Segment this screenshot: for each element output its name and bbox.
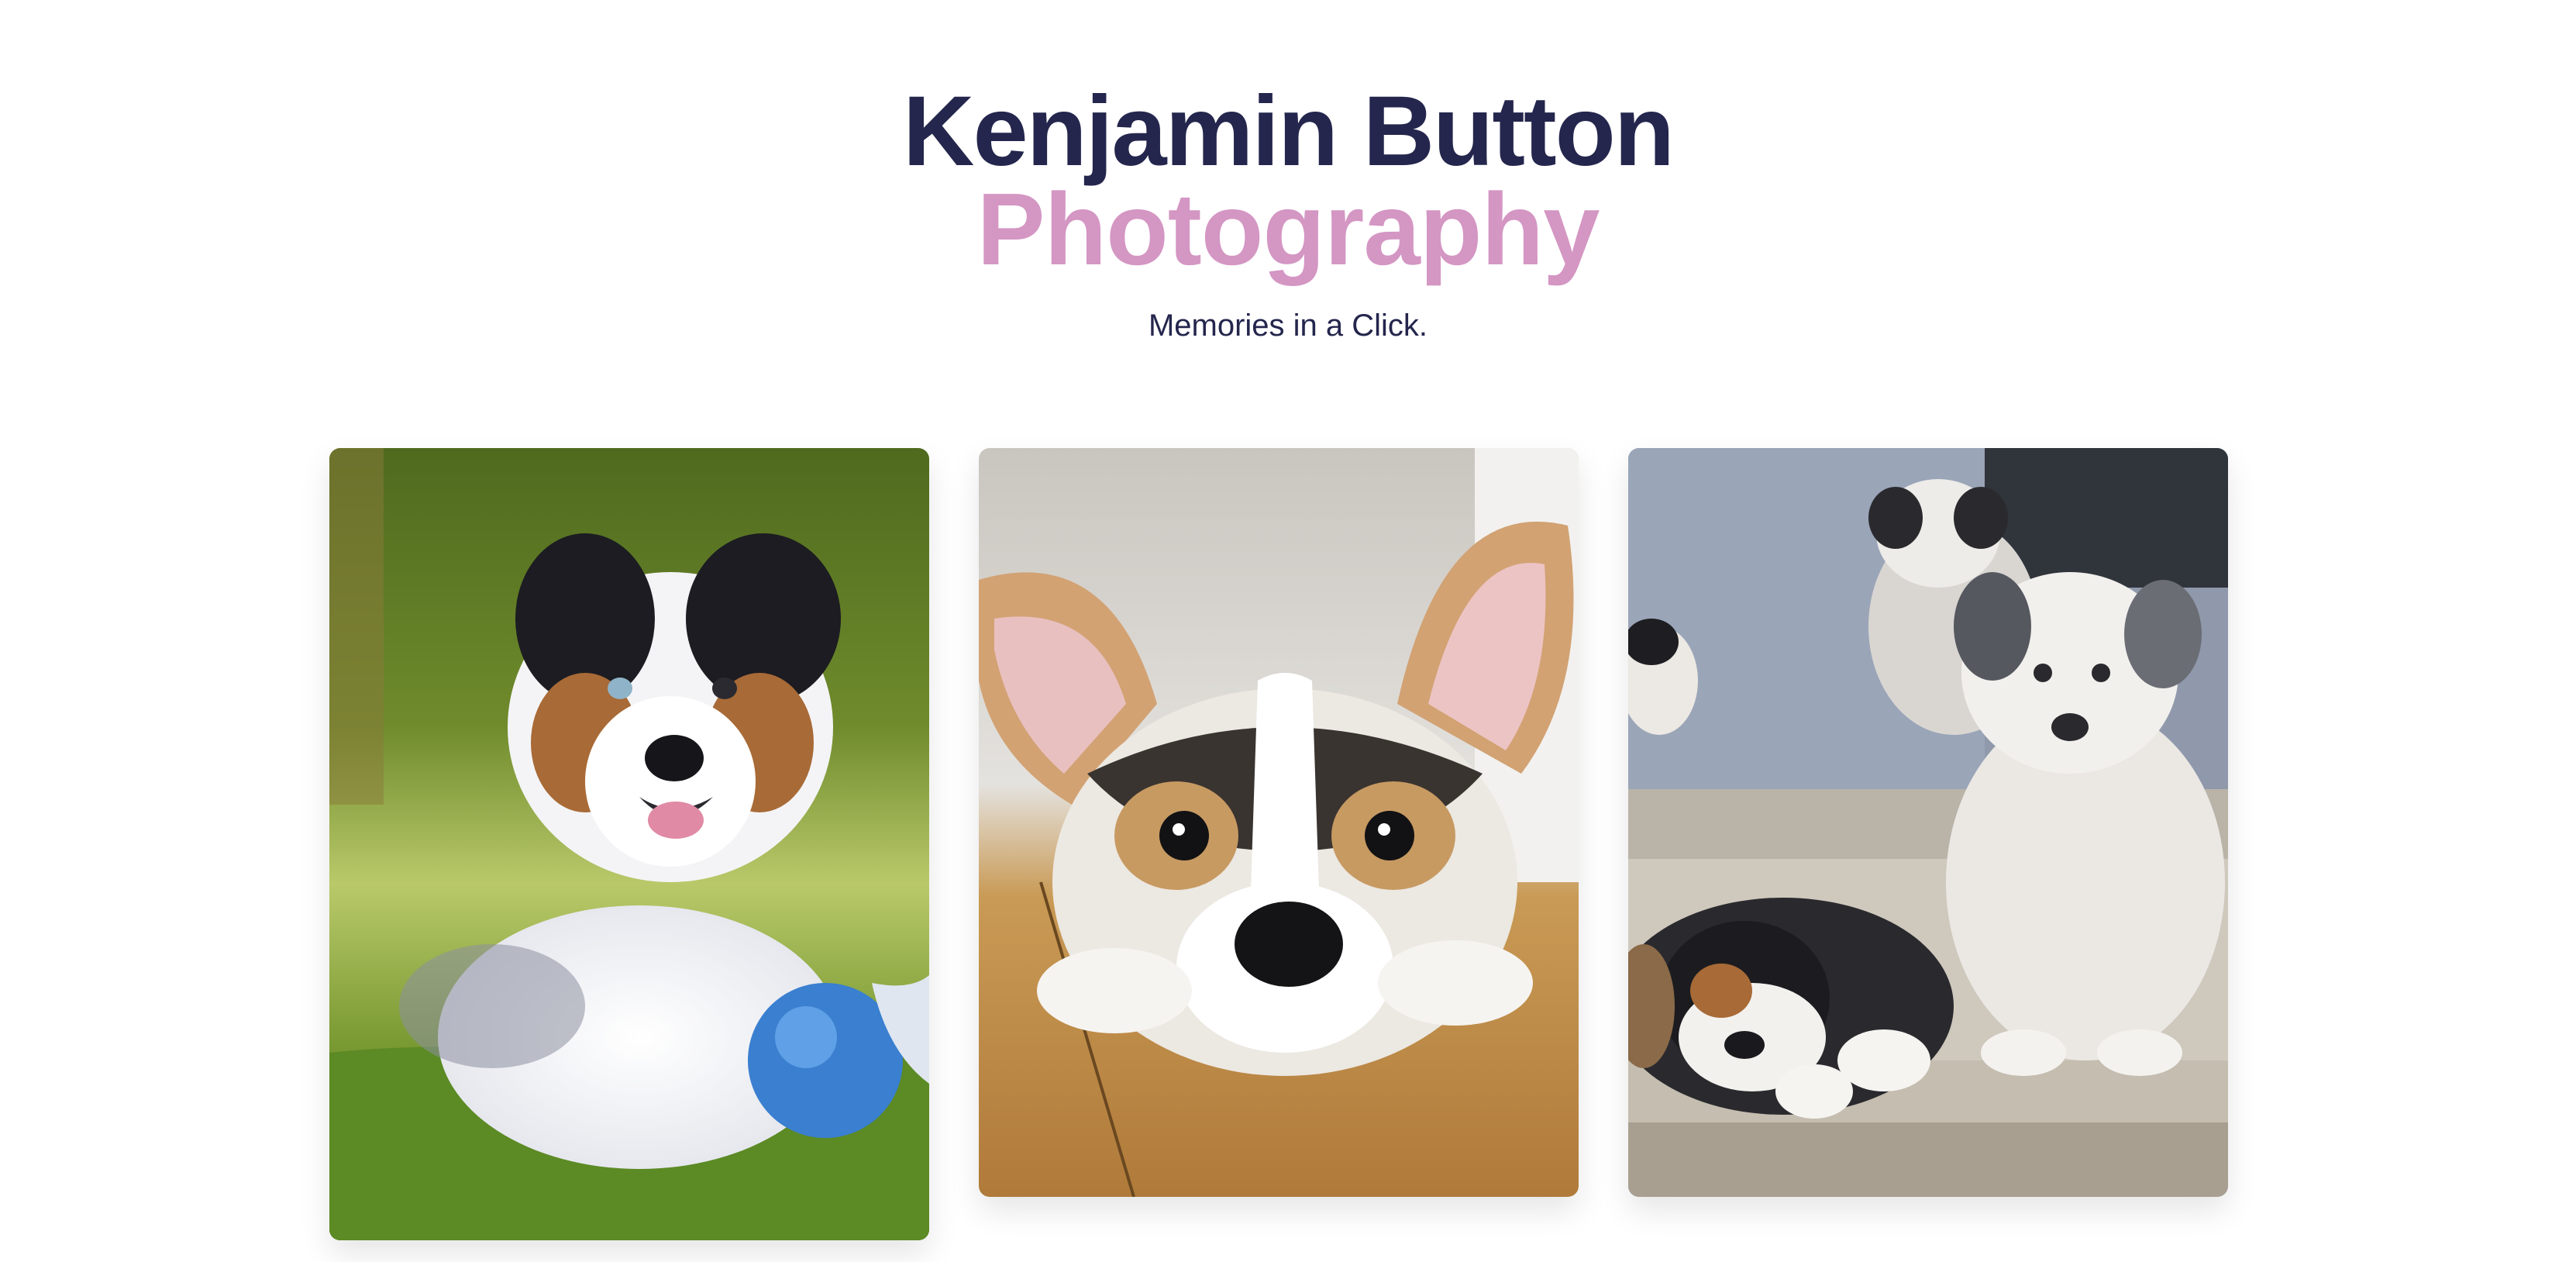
site-title: Kenjamin Button	[903, 76, 1675, 187]
photo-card-2[interactable]	[979, 448, 1579, 1197]
site-subtitle: Photography	[976, 172, 1600, 286]
page: Kenjamin Button Photography Memories in …	[0, 0, 2576, 1262]
photo-card-1[interactable]	[329, 448, 929, 1240]
photo-australian-shepherd-puppies-on-steps	[1628, 448, 2228, 1197]
photo-australian-shepherd-on-grass	[329, 448, 929, 1240]
photo-card-3[interactable]	[1628, 448, 2228, 1197]
tagline: Memories in a Click.	[1148, 309, 1428, 343]
photo-corgi-on-floor	[979, 448, 1579, 1197]
